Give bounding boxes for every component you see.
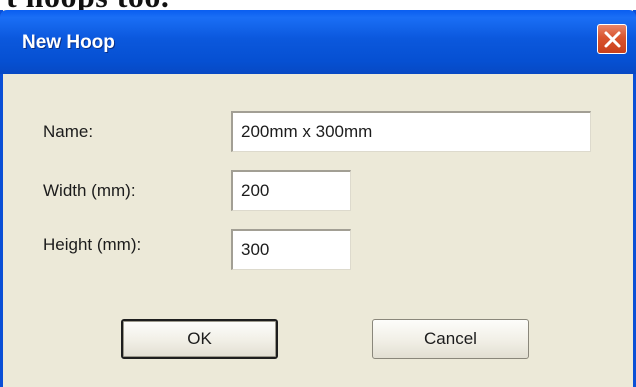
width-label: Width (mm): [43, 181, 136, 200]
name-field[interactable] [231, 111, 591, 152]
close-x-icon [604, 31, 621, 48]
cancel-button[interactable]: Cancel [372, 319, 529, 359]
close-button[interactable] [597, 24, 627, 54]
name-label: Name: [43, 122, 94, 141]
height-label: Height (mm): [43, 235, 142, 254]
ok-button[interactable]: OK [121, 319, 278, 359]
screenshot-page: t hoops too. New Hoop Name: Width (mm): … [0, 0, 636, 387]
dialog-title: New Hoop [22, 32, 115, 53]
height-field[interactable] [231, 229, 351, 270]
title-bar[interactable]: New Hoop [0, 10, 636, 74]
width-field[interactable] [231, 170, 351, 211]
new-hoop-dialog: New Hoop Name: Width (mm): Height (mm): … [0, 10, 636, 387]
